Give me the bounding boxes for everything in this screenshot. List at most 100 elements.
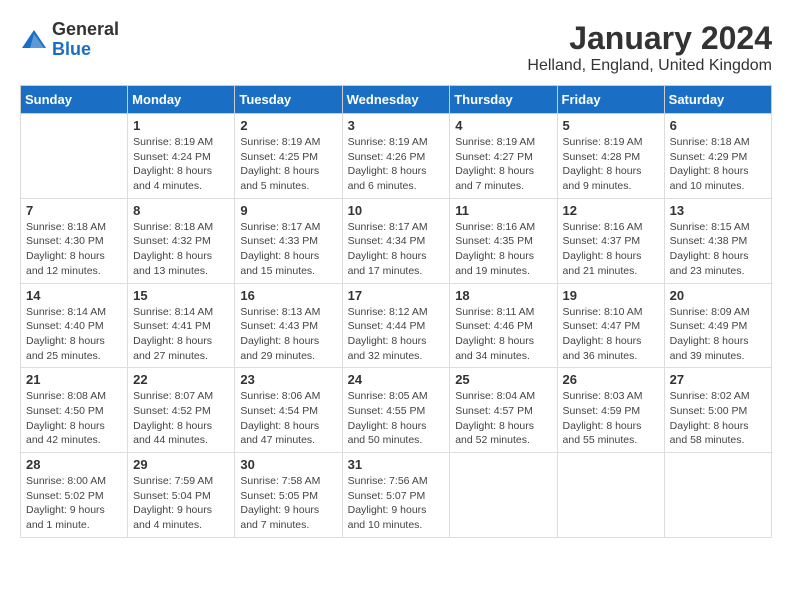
header-monday: Monday bbox=[128, 86, 235, 114]
day-info: Sunrise: 7:59 AM Sunset: 5:04 PM Dayligh… bbox=[133, 474, 229, 533]
day-number: 26 bbox=[563, 372, 659, 387]
day-number: 28 bbox=[26, 457, 122, 472]
cell-2-4: 18 Sunrise: 8:11 AM Sunset: 4:46 PM Dayli… bbox=[450, 283, 557, 368]
day-info: Sunrise: 8:06 AM Sunset: 4:54 PM Dayligh… bbox=[240, 389, 336, 448]
cell-0-2: 2 Sunrise: 8:19 AM Sunset: 4:25 PM Daylig… bbox=[235, 114, 342, 199]
day-info: Sunrise: 8:19 AM Sunset: 4:26 PM Dayligh… bbox=[348, 135, 445, 194]
cell-0-5: 5Sunrise: 8:19 AM Sunset: 4:28 PM Daylig… bbox=[557, 114, 664, 199]
cell-2-1: 15Sunrise: 8:14 AM Sunset: 4:41 PM Dayli… bbox=[128, 283, 235, 368]
day-info: Sunrise: 8:03 AM Sunset: 4:59 PM Dayligh… bbox=[563, 389, 659, 448]
cell-3-4: 25 Sunrise: 8:04 AM Sunset: 4:57 PM Dayli… bbox=[450, 368, 557, 453]
header-wednesday: Wednesday bbox=[342, 86, 450, 114]
cell-3-5: 26 Sunrise: 8:03 AM Sunset: 4:59 PM Dayli… bbox=[557, 368, 664, 453]
cell-2-6: 20 Sunrise: 8:09 AM Sunset: 4:49 PM Dayli… bbox=[664, 283, 771, 368]
cell-1-0: 7 Sunrise: 8:18 AM Sunset: 4:30 PM Daylig… bbox=[21, 198, 128, 283]
cell-3-1: 22Sunrise: 8:07 AM Sunset: 4:52 PM Dayli… bbox=[128, 368, 235, 453]
day-number: 23 bbox=[240, 372, 336, 387]
day-info: Sunrise: 8:18 AM Sunset: 4:32 PM Dayligh… bbox=[133, 220, 229, 279]
cell-1-5: 12Sunrise: 8:16 AM Sunset: 4:37 PM Dayli… bbox=[557, 198, 664, 283]
header-tuesday: Tuesday bbox=[235, 86, 342, 114]
logo-blue: Blue bbox=[52, 39, 91, 59]
week-row-3: 14Sunrise: 8:14 AM Sunset: 4:40 PM Dayli… bbox=[21, 283, 772, 368]
day-number: 15 bbox=[133, 288, 229, 303]
day-number: 10 bbox=[348, 203, 445, 218]
cell-4-6 bbox=[664, 453, 771, 538]
day-info: Sunrise: 8:12 AM Sunset: 4:44 PM Dayligh… bbox=[348, 305, 445, 364]
cell-2-3: 17 Sunrise: 8:12 AM Sunset: 4:44 PM Dayli… bbox=[342, 283, 450, 368]
header-thursday: Thursday bbox=[450, 86, 557, 114]
day-number: 27 bbox=[670, 372, 766, 387]
day-info: Sunrise: 8:18 AM Sunset: 4:29 PM Dayligh… bbox=[670, 135, 766, 194]
day-number: 1 bbox=[133, 118, 229, 133]
day-info: Sunrise: 8:19 AM Sunset: 4:25 PM Dayligh… bbox=[240, 135, 336, 194]
day-number: 7 bbox=[26, 203, 122, 218]
day-number: 31 bbox=[348, 457, 445, 472]
logo-icon bbox=[20, 26, 48, 54]
day-number: 11 bbox=[455, 203, 551, 218]
logo-text: General Blue bbox=[52, 20, 119, 60]
cell-1-6: 13 Sunrise: 8:15 AM Sunset: 4:38 PM Dayli… bbox=[664, 198, 771, 283]
calendar-table: SundayMondayTuesdayWednesdayThursdayFrid… bbox=[20, 85, 772, 538]
day-number: 24 bbox=[348, 372, 445, 387]
logo: General Blue bbox=[20, 20, 119, 60]
day-number: 20 bbox=[670, 288, 766, 303]
day-info: Sunrise: 8:11 AM Sunset: 4:46 PM Dayligh… bbox=[455, 305, 551, 364]
cell-1-4: 11 Sunrise: 8:16 AM Sunset: 4:35 PM Dayli… bbox=[450, 198, 557, 283]
cell-3-6: 27 Sunrise: 8:02 AM Sunset: 5:00 PM Dayli… bbox=[664, 368, 771, 453]
day-number: 17 bbox=[348, 288, 445, 303]
cell-4-1: 29 Sunrise: 7:59 AM Sunset: 5:04 PM Dayli… bbox=[128, 453, 235, 538]
day-number: 29 bbox=[133, 457, 229, 472]
cell-2-0: 14Sunrise: 8:14 AM Sunset: 4:40 PM Dayli… bbox=[21, 283, 128, 368]
week-row-5: 28 Sunrise: 8:00 AM Sunset: 5:02 PM Dayli… bbox=[21, 453, 772, 538]
cell-3-2: 23 Sunrise: 8:06 AM Sunset: 4:54 PM Dayli… bbox=[235, 368, 342, 453]
cell-4-3: 31 Sunrise: 7:56 AM Sunset: 5:07 PM Dayli… bbox=[342, 453, 450, 538]
cell-0-4: 4Sunrise: 8:19 AM Sunset: 4:27 PM Daylig… bbox=[450, 114, 557, 199]
day-info: Sunrise: 8:17 AM Sunset: 4:34 PM Dayligh… bbox=[348, 220, 445, 279]
day-number: 30 bbox=[240, 457, 336, 472]
day-number: 14 bbox=[26, 288, 122, 303]
day-info: Sunrise: 8:15 AM Sunset: 4:38 PM Dayligh… bbox=[670, 220, 766, 279]
day-number: 3 bbox=[348, 118, 445, 133]
cell-1-3: 10 Sunrise: 8:17 AM Sunset: 4:34 PM Dayli… bbox=[342, 198, 450, 283]
cell-4-4 bbox=[450, 453, 557, 538]
day-info: Sunrise: 8:08 AM Sunset: 4:50 PM Dayligh… bbox=[26, 389, 122, 448]
day-info: Sunrise: 8:09 AM Sunset: 4:49 PM Dayligh… bbox=[670, 305, 766, 364]
cell-1-2: 9Sunrise: 8:17 AM Sunset: 4:33 PM Daylig… bbox=[235, 198, 342, 283]
week-row-2: 7 Sunrise: 8:18 AM Sunset: 4:30 PM Daylig… bbox=[21, 198, 772, 283]
day-info: Sunrise: 8:19 AM Sunset: 4:27 PM Dayligh… bbox=[455, 135, 551, 194]
day-info: Sunrise: 8:18 AM Sunset: 4:30 PM Dayligh… bbox=[26, 220, 122, 279]
calendar-body: 1Sunrise: 8:19 AM Sunset: 4:24 PM Daylig… bbox=[21, 114, 772, 538]
cell-0-1: 1Sunrise: 8:19 AM Sunset: 4:24 PM Daylig… bbox=[128, 114, 235, 199]
day-info: Sunrise: 8:19 AM Sunset: 4:28 PM Dayligh… bbox=[563, 135, 659, 194]
header-friday: Friday bbox=[557, 86, 664, 114]
calendar-header: SundayMondayTuesdayWednesdayThursdayFrid… bbox=[21, 86, 772, 114]
day-number: 12 bbox=[563, 203, 659, 218]
cell-4-0: 28 Sunrise: 8:00 AM Sunset: 5:02 PM Dayli… bbox=[21, 453, 128, 538]
day-number: 25 bbox=[455, 372, 551, 387]
cell-1-1: 8 Sunrise: 8:18 AM Sunset: 4:32 PM Daylig… bbox=[128, 198, 235, 283]
day-number: 2 bbox=[240, 118, 336, 133]
day-info: Sunrise: 8:04 AM Sunset: 4:57 PM Dayligh… bbox=[455, 389, 551, 448]
day-number: 18 bbox=[455, 288, 551, 303]
day-info: Sunrise: 8:13 AM Sunset: 4:43 PM Dayligh… bbox=[240, 305, 336, 364]
page-header: General Blue January 2024 Helland, Engla… bbox=[20, 20, 772, 75]
cell-0-3: 3 Sunrise: 8:19 AM Sunset: 4:26 PM Daylig… bbox=[342, 114, 450, 199]
cell-0-0 bbox=[21, 114, 128, 199]
day-info: Sunrise: 7:56 AM Sunset: 5:07 PM Dayligh… bbox=[348, 474, 445, 533]
week-row-4: 21Sunrise: 8:08 AM Sunset: 4:50 PM Dayli… bbox=[21, 368, 772, 453]
day-info: Sunrise: 8:10 AM Sunset: 4:47 PM Dayligh… bbox=[563, 305, 659, 364]
logo-general: General bbox=[52, 19, 119, 39]
cell-3-0: 21Sunrise: 8:08 AM Sunset: 4:50 PM Dayli… bbox=[21, 368, 128, 453]
header-sunday: Sunday bbox=[21, 86, 128, 114]
day-number: 16 bbox=[240, 288, 336, 303]
header-row: SundayMondayTuesdayWednesdayThursdayFrid… bbox=[21, 86, 772, 114]
day-info: Sunrise: 8:02 AM Sunset: 5:00 PM Dayligh… bbox=[670, 389, 766, 448]
cell-0-6: 6Sunrise: 8:18 AM Sunset: 4:29 PM Daylig… bbox=[664, 114, 771, 199]
day-info: Sunrise: 8:00 AM Sunset: 5:02 PM Dayligh… bbox=[26, 474, 122, 533]
week-row-1: 1Sunrise: 8:19 AM Sunset: 4:24 PM Daylig… bbox=[21, 114, 772, 199]
day-number: 13 bbox=[670, 203, 766, 218]
day-info: Sunrise: 8:16 AM Sunset: 4:35 PM Dayligh… bbox=[455, 220, 551, 279]
day-number: 8 bbox=[133, 203, 229, 218]
cell-3-3: 24Sunrise: 8:05 AM Sunset: 4:55 PM Dayli… bbox=[342, 368, 450, 453]
cell-2-2: 16 Sunrise: 8:13 AM Sunset: 4:43 PM Dayli… bbox=[235, 283, 342, 368]
